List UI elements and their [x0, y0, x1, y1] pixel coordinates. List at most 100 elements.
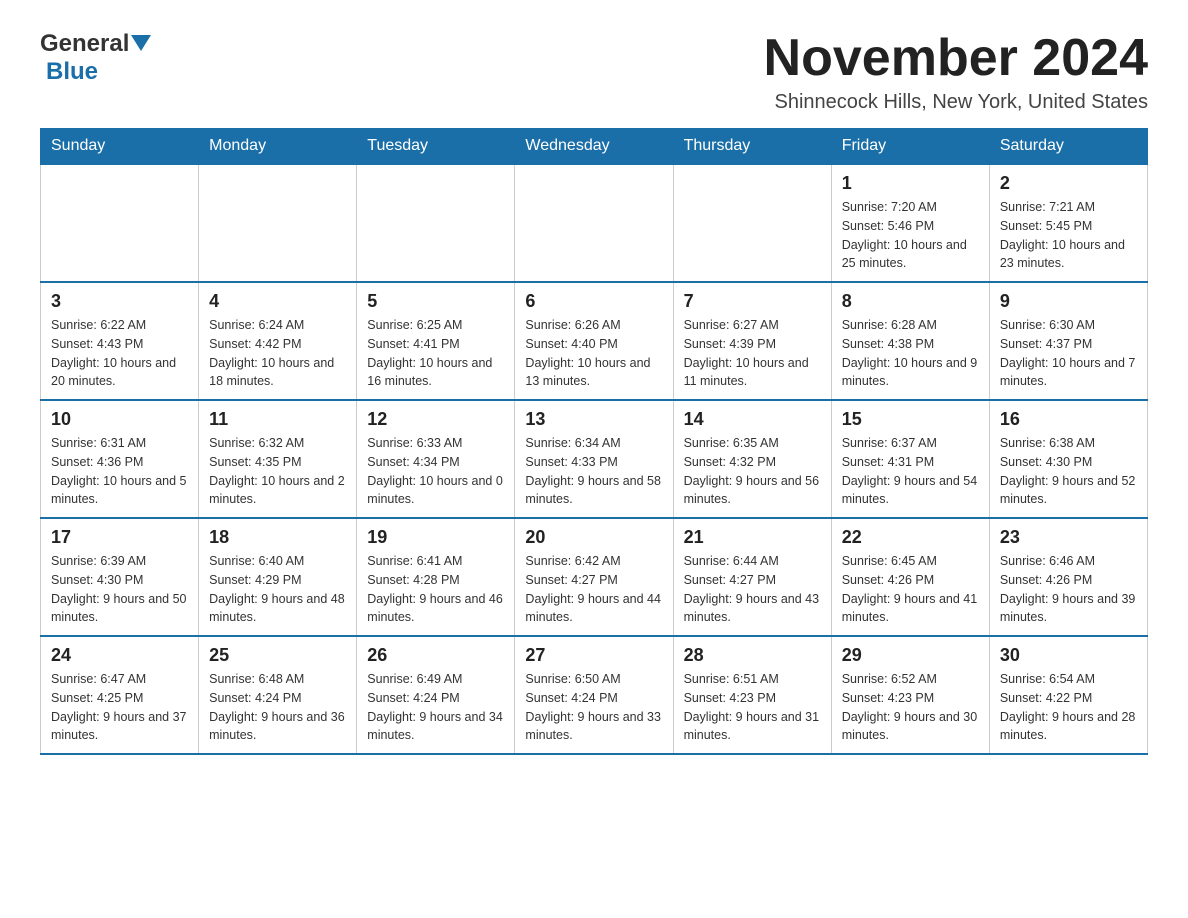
day-info: Sunrise: 6:41 AMSunset: 4:28 PMDaylight:… [367, 552, 504, 627]
calendar-day-cell: 1Sunrise: 7:20 AMSunset: 5:46 PMDaylight… [831, 164, 989, 282]
calendar-day-header: Tuesday [357, 129, 515, 165]
calendar-day-cell: 14Sunrise: 6:35 AMSunset: 4:32 PMDayligh… [673, 400, 831, 518]
calendar-day-header: Friday [831, 129, 989, 165]
day-info: Sunrise: 6:28 AMSunset: 4:38 PMDaylight:… [842, 316, 979, 391]
day-number: 22 [842, 527, 979, 548]
day-info: Sunrise: 6:34 AMSunset: 4:33 PMDaylight:… [525, 434, 662, 509]
day-number: 29 [842, 645, 979, 666]
calendar-day-cell: 11 Sunrise: 6:32 AMSunset: 4:35 PMDayligh… [199, 400, 357, 518]
day-number: 9 [1000, 291, 1137, 312]
title-block: November 2024 Shinnecock Hills, New York… [764, 30, 1148, 114]
day-info: Sunrise: 6:40 AMSunset: 4:29 PMDaylight:… [209, 552, 346, 627]
day-info: Sunrise: 6:22 AMSunset: 4:43 PMDaylight:… [51, 316, 188, 391]
calendar-day-cell: 13 Sunrise: 6:34 AMSunset: 4:33 PMDayligh… [515, 400, 673, 518]
page-header: General Blue November 2024 Shinnecock Hi… [40, 30, 1148, 114]
day-info: Sunrise: 6:38 AMSunset: 4:30 PMDaylight:… [1000, 434, 1137, 509]
day-info: Sunrise: 7:21 AMSunset: 5:45 PMDaylight:… [1000, 198, 1137, 273]
day-info: Sunrise: 6:49 AMSunset: 4:24 PMDaylight:… [367, 670, 504, 745]
day-info: Sunrise: 6:48 AMSunset: 4:24 PMDaylight:… [209, 670, 346, 745]
day-number: 2 [1000, 173, 1137, 194]
calendar-day-header: Sunday [41, 129, 199, 165]
calendar-day-header: Monday [199, 129, 357, 165]
calendar-day-cell: 16 Sunrise: 6:38 AMSunset: 4:30 PMDayligh… [989, 400, 1147, 518]
day-info: Sunrise: 6:30 AMSunset: 4:37 PMDaylight:… [1000, 316, 1137, 391]
day-info: Sunrise: 6:25 AMSunset: 4:41 PMDaylight:… [367, 316, 504, 391]
day-number: 20 [525, 527, 662, 548]
calendar-day-cell [357, 164, 515, 282]
day-number: 5 [367, 291, 504, 312]
logo-blue-text: Blue [46, 58, 98, 86]
calendar-day-cell: 26 Sunrise: 6:49 AMSunset: 4:24 PMDayligh… [357, 636, 515, 754]
calendar-day-cell [199, 164, 357, 282]
day-info: Sunrise: 6:52 AMSunset: 4:23 PMDaylight:… [842, 670, 979, 745]
calendar-day-cell: 6 Sunrise: 6:26 AMSunset: 4:40 PMDaylight… [515, 282, 673, 400]
logo-general-text: General [40, 30, 129, 58]
calendar-day-cell: 7Sunrise: 6:27 AMSunset: 4:39 PMDaylight… [673, 282, 831, 400]
calendar-day-cell [673, 164, 831, 282]
day-info: Sunrise: 6:26 AMSunset: 4:40 PMDaylight:… [525, 316, 662, 391]
calendar-day-cell: 25 Sunrise: 6:48 AMSunset: 4:24 PMDayligh… [199, 636, 357, 754]
calendar-day-cell: 4 Sunrise: 6:24 AMSunset: 4:42 PMDaylight… [199, 282, 357, 400]
calendar-day-cell: 18 Sunrise: 6:40 AMSunset: 4:29 PMDayligh… [199, 518, 357, 636]
day-number: 11 [209, 409, 346, 430]
calendar-day-cell: 3 Sunrise: 6:22 AMSunset: 4:43 PMDaylight… [41, 282, 199, 400]
day-number: 26 [367, 645, 504, 666]
calendar-week-row: 10Sunrise: 6:31 AMSunset: 4:36 PMDayligh… [41, 400, 1148, 518]
day-number: 12 [367, 409, 504, 430]
day-info: Sunrise: 6:37 AMSunset: 4:31 PMDaylight:… [842, 434, 979, 509]
calendar-day-cell: 9 Sunrise: 6:30 AMSunset: 4:37 PMDaylight… [989, 282, 1147, 400]
calendar-day-cell: 28 Sunrise: 6:51 AMSunset: 4:23 PMDayligh… [673, 636, 831, 754]
calendar-day-cell: 23Sunrise: 6:46 AMSunset: 4:26 PMDayligh… [989, 518, 1147, 636]
day-number: 17 [51, 527, 188, 548]
day-number: 4 [209, 291, 346, 312]
location-title: Shinnecock Hills, New York, United State… [764, 91, 1148, 114]
day-number: 13 [525, 409, 662, 430]
calendar-day-cell: 22Sunrise: 6:45 AMSunset: 4:26 PMDayligh… [831, 518, 989, 636]
day-number: 15 [842, 409, 979, 430]
calendar-header-row: SundayMondayTuesdayWednesdayThursdayFrid… [41, 129, 1148, 165]
calendar-week-row: 1Sunrise: 7:20 AMSunset: 5:46 PMDaylight… [41, 164, 1148, 282]
calendar-day-cell: 24 Sunrise: 6:47 AMSunset: 4:25 PMDayligh… [41, 636, 199, 754]
day-info: Sunrise: 6:39 AMSunset: 4:30 PMDaylight:… [51, 552, 188, 627]
calendar-day-cell: 15 Sunrise: 6:37 AMSunset: 4:31 PMDayligh… [831, 400, 989, 518]
day-number: 8 [842, 291, 979, 312]
calendar-day-header: Wednesday [515, 129, 673, 165]
calendar-day-cell: 29 Sunrise: 6:52 AMSunset: 4:23 PMDayligh… [831, 636, 989, 754]
day-number: 27 [525, 645, 662, 666]
calendar-day-cell [41, 164, 199, 282]
calendar-day-cell: 21Sunrise: 6:44 AMSunset: 4:27 PMDayligh… [673, 518, 831, 636]
calendar-table: SundayMondayTuesdayWednesdayThursdayFrid… [40, 128, 1148, 755]
day-info: Sunrise: 6:47 AMSunset: 4:25 PMDaylight:… [51, 670, 188, 745]
calendar-day-cell [515, 164, 673, 282]
day-number: 25 [209, 645, 346, 666]
day-info: Sunrise: 6:33 AMSunset: 4:34 PMDaylight:… [367, 434, 504, 509]
day-number: 28 [684, 645, 821, 666]
calendar-day-cell: 17 Sunrise: 6:39 AMSunset: 4:30 PMDayligh… [41, 518, 199, 636]
day-info: Sunrise: 6:35 AMSunset: 4:32 PMDaylight:… [684, 434, 821, 509]
calendar-day-header: Thursday [673, 129, 831, 165]
day-number: 6 [525, 291, 662, 312]
day-info: Sunrise: 6:51 AMSunset: 4:23 PMDaylight:… [684, 670, 821, 745]
day-info: Sunrise: 6:24 AMSunset: 4:42 PMDaylight:… [209, 316, 346, 391]
day-number: 16 [1000, 409, 1137, 430]
logo-arrow-icon [131, 35, 151, 55]
calendar-day-cell: 19Sunrise: 6:41 AMSunset: 4:28 PMDayligh… [357, 518, 515, 636]
day-number: 18 [209, 527, 346, 548]
calendar-day-cell: 27 Sunrise: 6:50 AMSunset: 4:24 PMDayligh… [515, 636, 673, 754]
calendar-day-cell: 12 Sunrise: 6:33 AMSunset: 4:34 PMDayligh… [357, 400, 515, 518]
month-title: November 2024 [764, 30, 1148, 87]
day-number: 21 [684, 527, 821, 548]
day-number: 3 [51, 291, 188, 312]
calendar-day-header: Saturday [989, 129, 1147, 165]
calendar-day-cell: 30Sunrise: 6:54 AMSunset: 4:22 PMDayligh… [989, 636, 1147, 754]
day-info: Sunrise: 6:32 AMSunset: 4:35 PMDaylight:… [209, 434, 346, 509]
day-number: 1 [842, 173, 979, 194]
day-info: Sunrise: 6:50 AMSunset: 4:24 PMDaylight:… [525, 670, 662, 745]
day-info: Sunrise: 6:31 AMSunset: 4:36 PMDaylight:… [51, 434, 188, 509]
day-number: 24 [51, 645, 188, 666]
calendar-day-cell: 8 Sunrise: 6:28 AMSunset: 4:38 PMDaylight… [831, 282, 989, 400]
logo: General Blue [40, 30, 151, 86]
calendar-day-cell: 2 Sunrise: 7:21 AMSunset: 5:45 PMDaylight… [989, 164, 1147, 282]
day-info: Sunrise: 6:46 AMSunset: 4:26 PMDaylight:… [1000, 552, 1137, 627]
calendar-week-row: 24 Sunrise: 6:47 AMSunset: 4:25 PMDayligh… [41, 636, 1148, 754]
